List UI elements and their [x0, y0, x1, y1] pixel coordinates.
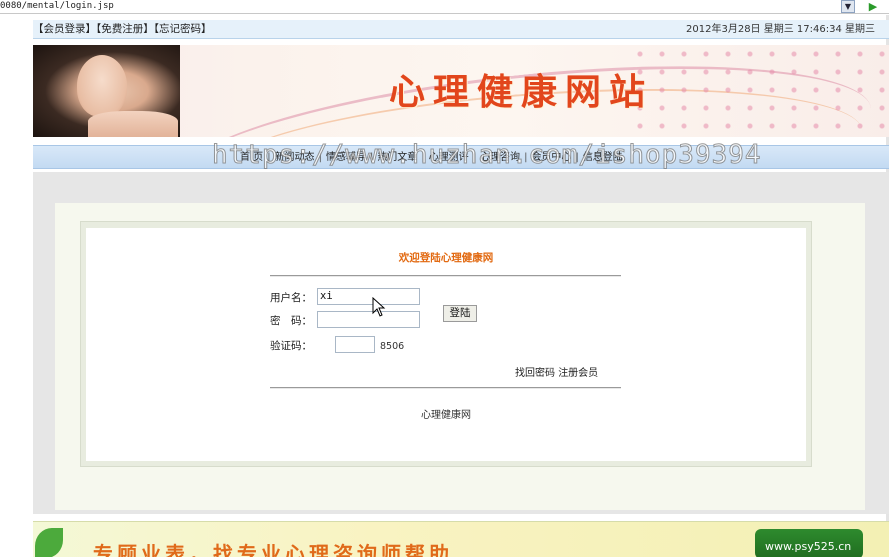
- username-label: 用户名：: [270, 292, 312, 304]
- member-bar: 【会员登录】【免费注册】【忘记密码】 2012年3月28日 星期三 17:46:…: [33, 20, 889, 39]
- divider-top: [270, 275, 621, 277]
- ad-site-url: www.psy525.cn: [765, 540, 852, 553]
- portrait-face: [77, 55, 127, 117]
- datetime-display: 2012年3月28日 星期三 17:46:34 星期三: [686, 24, 875, 35]
- go-arrow-icon[interactable]: ▶: [865, 0, 881, 13]
- banner-portrait-image: [33, 45, 180, 137]
- username-input[interactable]: xi: [317, 288, 420, 305]
- portrait-hand: [88, 111, 178, 137]
- free-register-link[interactable]: 【免费注册】: [96, 23, 154, 35]
- login-title: 欢迎登陆心理健康网: [398, 252, 494, 264]
- panel-footer: 心理健康网: [421, 410, 471, 421]
- captcha-input[interactable]: [335, 336, 375, 353]
- find-password-link[interactable]: 找回密码: [515, 368, 555, 379]
- captcha-label: 验证码：: [270, 340, 312, 352]
- divider-bottom: [270, 387, 621, 389]
- chevron-down-icon[interactable]: ▼: [841, 0, 855, 13]
- watermark-text: https://www.huzhan.com/ishop39394: [212, 140, 762, 171]
- site-banner: 心理健康网站: [33, 45, 889, 137]
- account-links: 找回密码 注册会员: [515, 364, 598, 379]
- password-label: 密 码：: [270, 315, 312, 327]
- captcha-code: 8506: [380, 341, 405, 352]
- password-input[interactable]: [317, 311, 420, 328]
- address-bar[interactable]: 0080/mental/login.jsp ▼ ▶: [0, 0, 889, 14]
- login-button[interactable]: 登陆: [443, 305, 477, 322]
- register-member-link[interactable]: 注册会员: [558, 368, 598, 379]
- mouse-cursor-icon: [372, 297, 386, 317]
- forgot-password-link[interactable]: 【忘记密码】: [154, 23, 212, 35]
- ad-banner[interactable]: 专顾业表，找专业心理咨询师帮助 www.psy525.cn: [33, 521, 889, 557]
- leaf-icon: [35, 528, 63, 557]
- address-url[interactable]: 0080/mental/login.jsp: [0, 0, 114, 13]
- member-login-link[interactable]: 【会员登录】: [33, 23, 96, 35]
- member-links: 【会员登录】【免费注册】【忘记密码】: [33, 20, 212, 39]
- ad-slogan: 专顾业表，找专业心理咨询师帮助: [93, 542, 453, 557]
- site-title: 心理健康网站: [389, 71, 654, 113]
- browser-gutter: [0, 15, 33, 557]
- login-panel: 欢迎登陆心理健康网 用户名： xi 密 码： 登陆 验证码： 8506 找回密码…: [86, 228, 806, 461]
- banner-dots: [629, 45, 889, 137]
- ad-site-badge[interactable]: www.psy525.cn: [755, 529, 863, 557]
